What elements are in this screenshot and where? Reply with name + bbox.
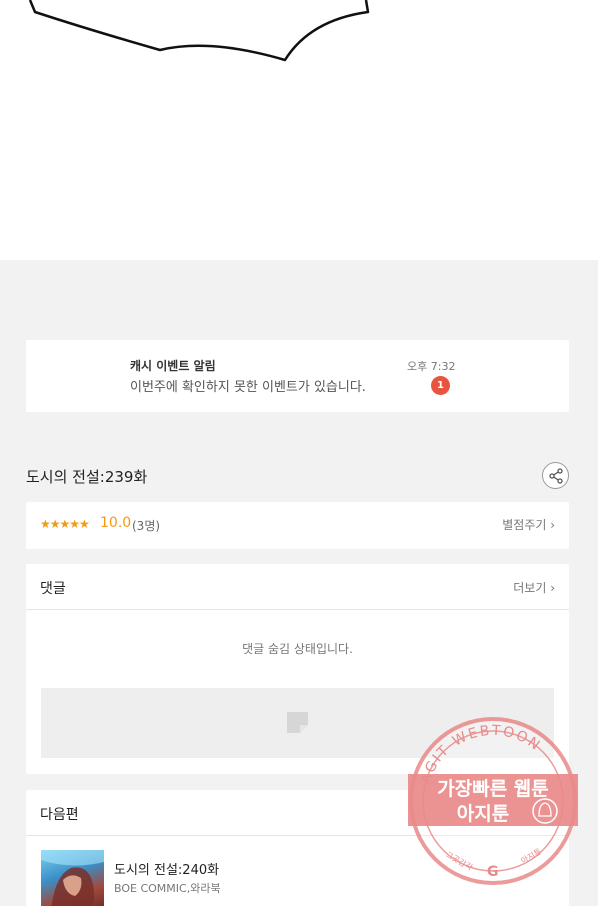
comic-panel	[0, 0, 598, 260]
google-icon: G	[487, 864, 499, 880]
notification-badge: 1	[431, 376, 450, 395]
watermark-line2: 아지툰	[457, 803, 509, 825]
image-placeholder-icon	[287, 712, 308, 733]
rating-score: 10.0	[100, 515, 132, 531]
star-rating-icon: ★★★★★	[40, 517, 90, 531]
notification-body: 이번주에 확인하지 못한 이벤트가 있습니다.	[130, 380, 366, 395]
watermark-line1: 가장빠른 웹툰	[437, 778, 549, 800]
next-episode-thumbnail[interactable]	[41, 850, 104, 906]
comments-more-link[interactable]: 더보기 ›	[513, 579, 555, 596]
notification-card[interactable]: 캐시 이벤트 알림 이번주에 확인하지 못한 이벤트가 있습니다. 오후 7:3…	[26, 340, 569, 412]
notification-title: 캐시 이벤트 알림	[130, 359, 216, 373]
thumbnail-art	[41, 850, 104, 906]
watermark-stamp: AGIT WEBTOON 가장빠른 웹툰 아지툰 그곳감각 아지툰 G	[408, 717, 578, 885]
rating-card: ★★★★★ 10.0 (3명) 별점주기 ›	[26, 502, 569, 549]
rating-count: (3명)	[132, 519, 161, 533]
next-episode-author: BOE COMMIC,와라북	[114, 882, 221, 895]
comments-hidden-message: 댓글 숨김 상태입니다.	[242, 642, 353, 656]
notification-time: 오후 7:32	[407, 360, 456, 373]
share-icon	[549, 468, 563, 484]
comments-title: 댓글	[40, 581, 66, 597]
next-episode-label: 다음편	[40, 807, 79, 823]
rate-button[interactable]: 별점주기 ›	[502, 516, 555, 533]
svg-text:G: G	[487, 864, 499, 880]
episode-title: 도시의 전설:239화	[26, 468, 148, 486]
speech-bubble-outline	[28, 0, 370, 62]
comments-header: 댓글 더보기 ›	[26, 564, 569, 610]
share-button[interactable]	[542, 462, 569, 489]
next-episode-title: 도시의 전설:240화	[114, 863, 220, 878]
